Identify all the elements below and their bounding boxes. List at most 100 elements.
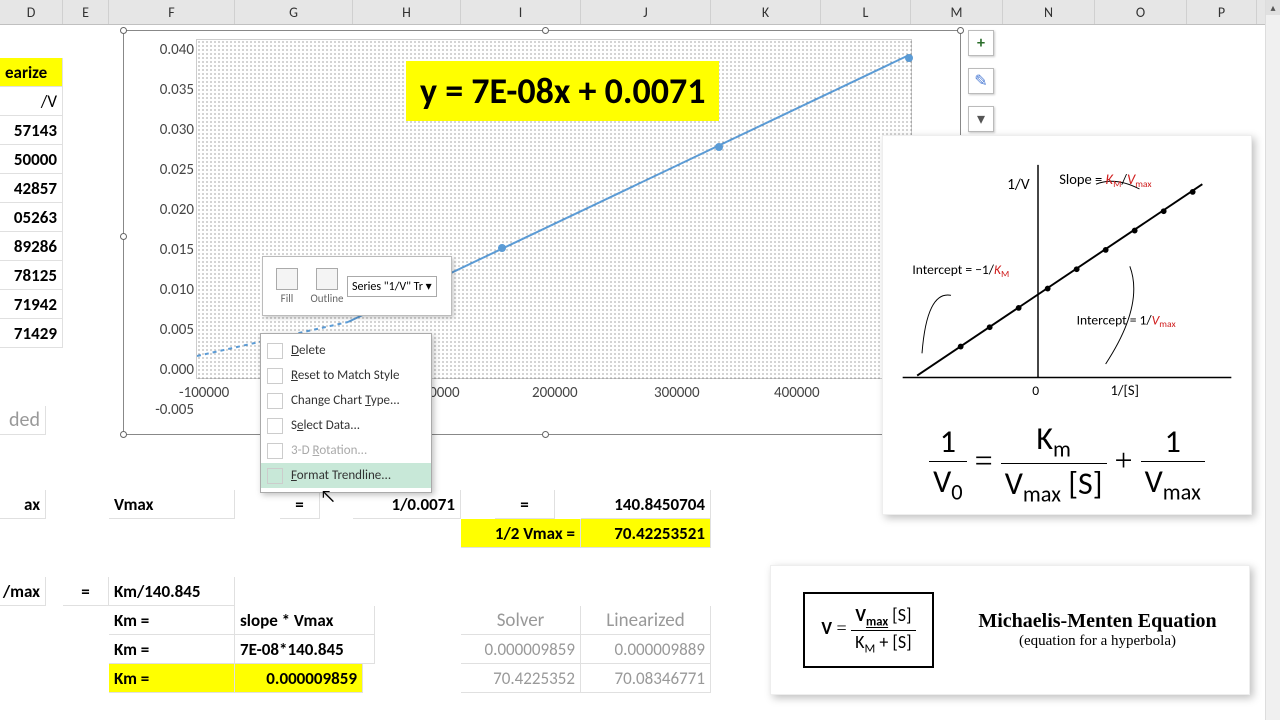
outline-button[interactable]: Outline: [307, 268, 347, 305]
menu-item-delete[interactable]: Delete: [261, 338, 431, 363]
y-tick-label: 0.035: [144, 81, 194, 99]
scroll-up-arrow-icon[interactable]: ▴: [1266, 0, 1280, 15]
cell[interactable]: 0.000009859: [461, 635, 581, 664]
cell[interactable]: 140.8450704: [581, 490, 711, 519]
cell-half-vmax-label[interactable]: 1/2 Vmax =: [461, 519, 581, 548]
cell[interactable]: 42857: [0, 174, 63, 203]
cell[interactable]: 89286: [0, 232, 63, 261]
cell[interactable]: 57143: [0, 116, 63, 145]
column-header-M[interactable]: M: [911, 0, 1003, 24]
cell[interactable]: 7E-08*140.845: [235, 635, 375, 664]
cell[interactable]: /V: [0, 87, 63, 116]
menu-item-icon: [267, 418, 283, 434]
menu-item-change-chart-type[interactable]: Change Chart Type...: [261, 388, 431, 413]
column-header-G[interactable]: G: [235, 0, 353, 24]
funnel-icon: ▾: [977, 109, 985, 129]
column-header-F[interactable]: F: [109, 0, 235, 24]
cell[interactable]: Km =: [109, 606, 235, 635]
menu-item-icon: [267, 393, 283, 409]
cell[interactable]: Km =: [109, 635, 235, 664]
chart-context-menu: DeleteReset to Match StyleChange Chart T…: [260, 333, 432, 493]
cell[interactable]: 71429: [0, 319, 63, 348]
cell[interactable]: 0.000009889: [581, 635, 711, 664]
paint-bucket-icon: [276, 268, 298, 290]
cell-linearized-header[interactable]: Linearized: [581, 606, 711, 635]
column-header-N[interactable]: N: [1003, 0, 1095, 24]
y-tick-label: 0.000: [144, 361, 194, 379]
cell[interactable]: =: [280, 490, 320, 519]
cell[interactable]: 78125: [0, 261, 63, 290]
x-tick-label: -100000: [179, 384, 229, 402]
cell[interactable]: 1/0.0071: [353, 490, 461, 519]
paintbrush-icon: ✎: [974, 71, 987, 91]
cell[interactable]: slope * Vmax: [235, 606, 375, 635]
cell-km-final[interactable]: Km =: [109, 664, 235, 693]
column-header-H[interactable]: H: [353, 0, 461, 24]
column-header-D[interactable]: D: [0, 0, 63, 24]
mm-subtitle: (equation for a hyperbola): [978, 633, 1216, 650]
y-tick-label: 0.030: [144, 121, 194, 139]
cell[interactable]: =: [495, 490, 555, 519]
x-tick-label: 300000: [654, 384, 700, 402]
lineweaver-burk-diagram: 1/V Slope = KM/Vmax Intercept = −1/KM In…: [882, 135, 1252, 515]
x-tick-label: 200000: [532, 384, 578, 402]
svg-text:1/V: 1/V: [1007, 175, 1030, 194]
chart-add-element-button[interactable]: +: [968, 30, 994, 56]
y-tick-label: 0.020: [144, 201, 194, 219]
mm-title: Michaelis-Menten Equation: [978, 610, 1216, 633]
menu-item-reset-to-match-style[interactable]: Reset to Match Style: [261, 363, 431, 388]
y-tick-label: -0.005: [144, 401, 194, 419]
cell-vmax[interactable]: Vmax: [109, 490, 235, 519]
column-header-K[interactable]: K: [711, 0, 821, 24]
svg-text:1/[S]: 1/[S]: [1111, 381, 1140, 399]
mm-equation-box: V = Vmax [S]KM + [S]: [803, 592, 933, 668]
mouse-cursor-icon: ↖: [320, 485, 336, 507]
menu-item-icon: [267, 468, 283, 484]
chart-styles-button[interactable]: ✎: [968, 68, 994, 94]
svg-text:0: 0: [1032, 382, 1039, 399]
cell-km-value[interactable]: 0.000009859: [235, 664, 363, 693]
y-tick-label: 0.015: [144, 241, 194, 259]
vertical-scrollbar[interactable]: ▴: [1265, 0, 1280, 720]
cell[interactable]: 50000: [0, 145, 63, 174]
svg-text:Intercept = −1/KM: Intercept = −1/KM: [912, 261, 1009, 280]
cell-half-vmax[interactable]: 70.42253521: [581, 519, 711, 548]
column-header-J[interactable]: J: [581, 0, 711, 24]
column-header-I[interactable]: I: [461, 0, 581, 24]
chart-filter-button[interactable]: ▾: [968, 106, 994, 132]
x-tick-label: 400000: [774, 384, 820, 402]
series-selector[interactable]: Series "1/V" Tr ▾: [347, 276, 437, 297]
menu-item-icon: [267, 368, 283, 384]
svg-text:Intercept = 1/Vmax: Intercept = 1/Vmax: [1077, 311, 1177, 330]
cell[interactable]: ax: [0, 490, 46, 519]
pen-icon: [316, 268, 338, 290]
cell[interactable]: ded: [0, 406, 46, 435]
column-headers[interactable]: DEFGHIJKLMNOP: [0, 0, 1265, 25]
y-tick-label: 0.040: [144, 41, 194, 59]
column-header-E[interactable]: E: [63, 0, 109, 24]
column-header-P[interactable]: P: [1187, 0, 1257, 24]
michaelis-menten-panel: V = Vmax [S]KM + [S] Michaelis-Menten Eq…: [770, 565, 1250, 695]
column-header-L[interactable]: L: [821, 0, 911, 24]
chart-mini-toolbar: Fill Outline Series "1/V" Tr ▾: [262, 256, 452, 316]
cell[interactable]: 70.08346771: [581, 664, 711, 693]
cell[interactable]: 05263: [0, 203, 63, 232]
cell-solver-header[interactable]: Solver: [461, 606, 581, 635]
menu-item-d-rotation: 3-D Rotation...: [261, 438, 431, 463]
cell[interactable]: =: [63, 577, 109, 606]
cell-linearize[interactable]: earize: [0, 58, 63, 87]
lineweaver-burk-equation: 1V0 = KmVmax [S] + 1Vmax: [893, 419, 1241, 509]
column-header-O[interactable]: O: [1095, 0, 1187, 24]
svg-text:Slope = KM/Vmax: Slope = KM/Vmax: [1059, 170, 1152, 190]
y-tick-label: 0.005: [144, 321, 194, 339]
menu-item-format-trendline[interactable]: Format Trendline...: [261, 463, 431, 488]
cell[interactable]: Km/140.845: [109, 577, 235, 606]
cell[interactable]: 71942: [0, 290, 63, 319]
menu-item-select-data[interactable]: Select Data...: [261, 413, 431, 438]
menu-item-icon: [267, 443, 283, 459]
cell[interactable]: 70.4225352: [461, 664, 581, 693]
trendline-equation[interactable]: y = 7E-08x + 0.0071: [406, 61, 719, 121]
fill-button[interactable]: Fill: [267, 268, 307, 305]
embedded-chart[interactable]: 0.0400.0350.0300.0250.0200.0150.0100.005…: [123, 30, 961, 435]
cell[interactable]: /max: [0, 577, 46, 606]
